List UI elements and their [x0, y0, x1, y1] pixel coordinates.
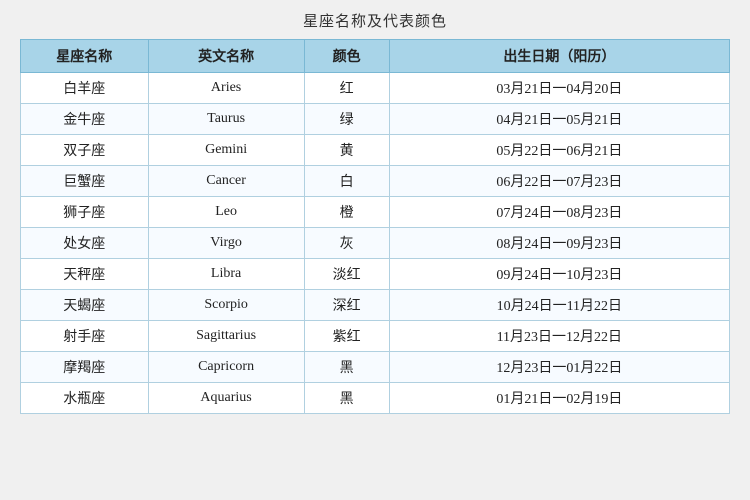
cell-date: 12月23日一01月22日 — [389, 352, 729, 383]
cell-chinese: 白羊座 — [21, 73, 149, 104]
cell-color: 灰 — [304, 228, 389, 259]
table-body: 白羊座Aries红03月21日一04月20日金牛座Taurus绿04月21日一0… — [21, 73, 730, 414]
main-container: 星座名称及代表颜色 星座名称 英文名称 颜色 出生日期（阳历） 白羊座Aries… — [20, 10, 730, 414]
cell-color: 白 — [304, 166, 389, 197]
table-row: 水瓶座Aquarius黑01月21日一02月19日 — [21, 383, 730, 414]
table-row: 白羊座Aries红03月21日一04月20日 — [21, 73, 730, 104]
table-row: 处女座Virgo灰08月24日一09月23日 — [21, 228, 730, 259]
cell-english: Sagittarius — [148, 321, 304, 352]
cell-color: 紫红 — [304, 321, 389, 352]
header-english: 英文名称 — [148, 40, 304, 73]
cell-english: Libra — [148, 259, 304, 290]
cell-color: 黑 — [304, 352, 389, 383]
cell-date: 03月21日一04月20日 — [389, 73, 729, 104]
cell-chinese: 天蝎座 — [21, 290, 149, 321]
cell-color: 黑 — [304, 383, 389, 414]
table-row: 射手座Sagittarius紫红11月23日一12月22日 — [21, 321, 730, 352]
page-title: 星座名称及代表颜色 — [20, 10, 730, 31]
cell-english: Scorpio — [148, 290, 304, 321]
cell-color: 深红 — [304, 290, 389, 321]
table-row: 双子座Gemini黄05月22日一06月21日 — [21, 135, 730, 166]
cell-date: 11月23日一12月22日 — [389, 321, 729, 352]
cell-date: 07月24日一08月23日 — [389, 197, 729, 228]
cell-english: Aquarius — [148, 383, 304, 414]
table-row: 天蝎座Scorpio深红10月24日一11月22日 — [21, 290, 730, 321]
cell-color: 绿 — [304, 104, 389, 135]
table-row: 天秤座Libra淡红09月24日一10月23日 — [21, 259, 730, 290]
cell-chinese: 天秤座 — [21, 259, 149, 290]
cell-date: 06月22日一07月23日 — [389, 166, 729, 197]
cell-chinese: 水瓶座 — [21, 383, 149, 414]
cell-color: 淡红 — [304, 259, 389, 290]
zodiac-table: 星座名称 英文名称 颜色 出生日期（阳历） 白羊座Aries红03月21日一04… — [20, 39, 730, 414]
cell-date: 08月24日一09月23日 — [389, 228, 729, 259]
cell-chinese: 狮子座 — [21, 197, 149, 228]
cell-chinese: 双子座 — [21, 135, 149, 166]
cell-chinese: 摩羯座 — [21, 352, 149, 383]
cell-chinese: 巨蟹座 — [21, 166, 149, 197]
cell-date: 04月21日一05月21日 — [389, 104, 729, 135]
table-row: 巨蟹座Cancer白06月22日一07月23日 — [21, 166, 730, 197]
cell-english: Leo — [148, 197, 304, 228]
cell-english: Virgo — [148, 228, 304, 259]
cell-english: Aries — [148, 73, 304, 104]
cell-english: Cancer — [148, 166, 304, 197]
header-chinese: 星座名称 — [21, 40, 149, 73]
cell-english: Gemini — [148, 135, 304, 166]
cell-color: 黄 — [304, 135, 389, 166]
cell-date: 09月24日一10月23日 — [389, 259, 729, 290]
cell-color: 红 — [304, 73, 389, 104]
cell-chinese: 金牛座 — [21, 104, 149, 135]
cell-chinese: 射手座 — [21, 321, 149, 352]
cell-english: Capricorn — [148, 352, 304, 383]
cell-date: 01月21日一02月19日 — [389, 383, 729, 414]
table-row: 狮子座Leo橙07月24日一08月23日 — [21, 197, 730, 228]
cell-date: 05月22日一06月21日 — [389, 135, 729, 166]
table-header-row: 星座名称 英文名称 颜色 出生日期（阳历） — [21, 40, 730, 73]
table-row: 金牛座Taurus绿04月21日一05月21日 — [21, 104, 730, 135]
cell-english: Taurus — [148, 104, 304, 135]
cell-date: 10月24日一11月22日 — [389, 290, 729, 321]
header-date: 出生日期（阳历） — [389, 40, 729, 73]
table-row: 摩羯座Capricorn黑12月23日一01月22日 — [21, 352, 730, 383]
cell-color: 橙 — [304, 197, 389, 228]
cell-chinese: 处女座 — [21, 228, 149, 259]
header-color: 颜色 — [304, 40, 389, 73]
